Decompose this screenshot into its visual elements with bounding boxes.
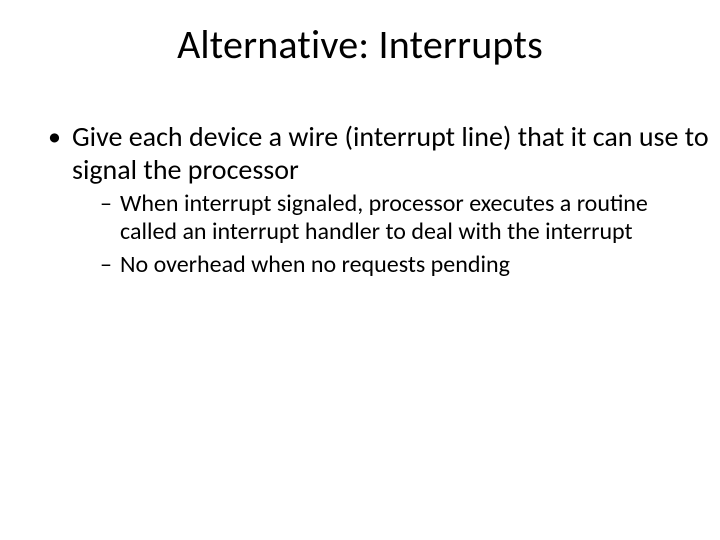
sub-bullet-list: When interrupt signaled, processor execu… [72, 190, 710, 279]
sub-bullet-text: No overhead when no requests pending [120, 250, 510, 279]
slide-body: Give each device a wire (interrupt line)… [48, 120, 710, 285]
bullet-list: Give each device a wire (interrupt line)… [48, 120, 710, 279]
slide-title: Alternative: Interrupts [0, 20, 720, 69]
bullet-item: Give each device a wire (interrupt line)… [48, 120, 710, 279]
sub-bullet-item: No overhead when no requests pending [100, 251, 710, 279]
sub-bullet-text: When interrupt signaled, processor execu… [120, 189, 648, 246]
bullet-text: Give each device a wire (interrupt line)… [72, 119, 709, 187]
slide: Alternative: Interrupts Give each device… [0, 0, 720, 540]
sub-bullet-item: When interrupt signaled, processor execu… [100, 190, 710, 247]
